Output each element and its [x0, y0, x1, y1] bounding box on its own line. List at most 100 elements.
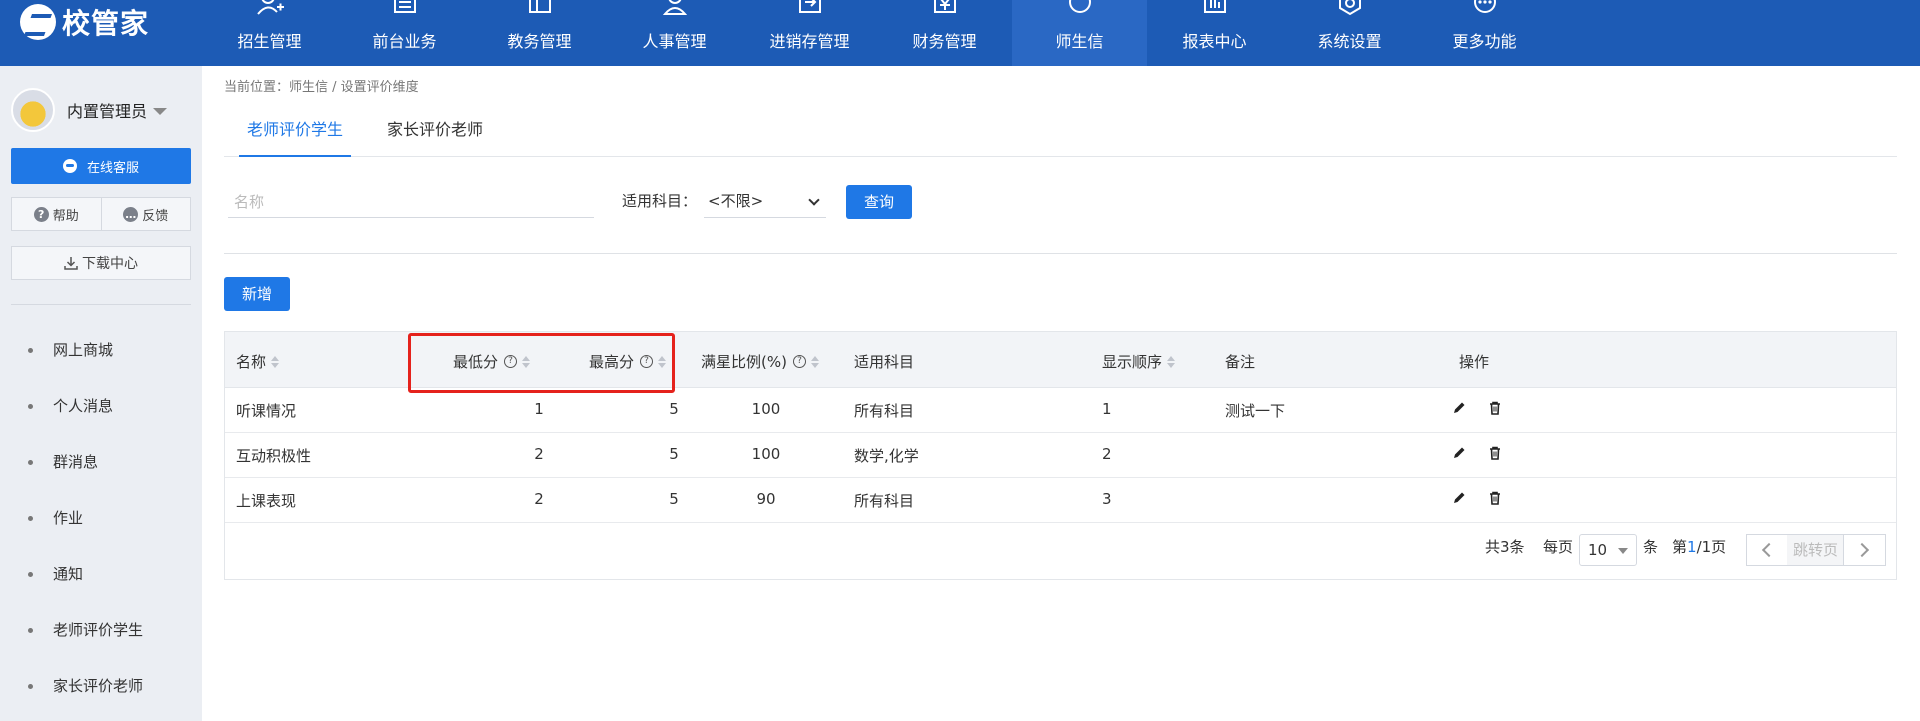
page-size-select[interactable]: 10: [1579, 534, 1637, 566]
cell-full-star-ratio: 100: [751, 400, 781, 418]
tab-teacher-evaluate-student[interactable]: 老师评价学生: [239, 110, 352, 157]
column-header-actions: 操作: [1459, 351, 1489, 372]
top-navigation-bar: 校管家 招生管理 前台业务 教务管理 人事管理 进销存管理 财务管理 师生信 报…: [0, 0, 1920, 66]
user-name: 内置管理员: [67, 102, 148, 121]
inventory-icon: [798, 0, 821, 13]
column-title: 显示顺序: [1102, 353, 1163, 371]
nav-label: 报表中心: [1182, 32, 1247, 51]
question-icon: ?: [33, 206, 49, 222]
help-button[interactable]: ? 帮助: [12, 198, 101, 230]
help-circle-icon[interactable]: ?: [792, 355, 806, 368]
column-header-full-star-ratio[interactable]: 满星比例(%)?: [701, 351, 819, 372]
ellipsis-icon: …: [123, 206, 139, 222]
nav-label: 教务管理: [507, 32, 572, 51]
nav-item-enrollment[interactable]: 招生管理: [202, 0, 337, 66]
trash-icon[interactable]: [1487, 490, 1503, 506]
book-icon: [528, 0, 551, 13]
feedback-button[interactable]: … 反馈: [100, 198, 191, 230]
cell-display-order: 1: [1102, 400, 1112, 418]
column-header-display-order[interactable]: 显示顺序: [1102, 351, 1176, 372]
sort-icon: [271, 355, 280, 368]
cell-display-order: 2: [1102, 445, 1112, 463]
sidebar-item-group-message[interactable]: 群消息: [28, 434, 143, 490]
chat-icon: [62, 159, 77, 173]
main-nav: 招生管理 前台业务 教务管理 人事管理 进销存管理 财务管理 师生信 报表中心: [202, 0, 1552, 66]
cell-max-score: 5: [669, 490, 679, 508]
nav-label: 更多功能: [1452, 32, 1517, 51]
edit-icon[interactable]: [1451, 490, 1467, 506]
name-filter-input[interactable]: [228, 186, 594, 218]
annotation-highlight-box: [408, 333, 675, 393]
sidebar-item-homework[interactable]: 作业: [28, 490, 143, 546]
sidebar-item-online-mall[interactable]: 网上商城: [28, 322, 143, 378]
nav-label: 系统设置: [1317, 32, 1382, 51]
nav-item-academic[interactable]: 教务管理: [472, 0, 607, 66]
column-title: 备注: [1225, 353, 1256, 371]
nav-item-inventory[interactable]: 进销存管理: [742, 0, 877, 66]
online-service-label: 在线客服: [86, 160, 139, 176]
nav-item-finance[interactable]: 财务管理: [877, 0, 1012, 66]
edit-icon[interactable]: [1451, 400, 1467, 416]
sidebar-item-teacher-evaluate-student[interactable]: 老师评价学生: [28, 602, 143, 658]
query-button[interactable]: 查询: [846, 185, 912, 219]
nav-item-teacher-student[interactable]: 师生信: [1012, 0, 1147, 66]
cell-subject: 所有科目: [854, 402, 915, 420]
add-button[interactable]: 新增: [224, 277, 290, 311]
pagination-per-page-label: 每页: [1543, 538, 1574, 556]
prev-page-button[interactable]: [1746, 534, 1788, 566]
app-logo[interactable]: 校管家: [20, 2, 149, 42]
nav-item-more[interactable]: 更多功能: [1417, 0, 1552, 66]
pagination-unit-label: 条: [1643, 538, 1659, 556]
user-menu[interactable]: 内置管理员: [11, 88, 168, 132]
edit-icon[interactable]: [1451, 445, 1467, 461]
column-header-name[interactable]: 名称: [236, 351, 280, 372]
sidebar-item-parent-evaluate-teacher[interactable]: 家长评价老师: [28, 658, 143, 714]
help-label: 帮助: [52, 208, 79, 224]
jump-page-input[interactable]: 跳转页: [1787, 534, 1844, 566]
feedback-label: 反馈: [142, 208, 169, 224]
pagination-page-info: 第1/1页: [1672, 536, 1726, 557]
column-title: 操作: [1459, 353, 1490, 371]
sidebar-item-personal-message[interactable]: 个人消息: [28, 378, 143, 434]
trash-icon[interactable]: [1487, 445, 1503, 461]
nav-item-hr[interactable]: 人事管理: [607, 0, 742, 66]
nav-label: 人事管理: [642, 32, 707, 51]
cell-full-star-ratio: 90: [756, 490, 776, 508]
user-plus-icon: [256, 0, 284, 15]
app-name: 校管家: [62, 7, 150, 40]
page-suffix: /1页: [1696, 538, 1727, 556]
sidebar-item-notice[interactable]: 通知: [28, 546, 143, 602]
online-service-button[interactable]: 在线客服: [11, 148, 191, 184]
cell-display-order: 3: [1102, 490, 1112, 508]
nav-item-front-desk[interactable]: 前台业务: [337, 0, 472, 66]
nav-item-reports[interactable]: 报表中心: [1147, 0, 1282, 66]
chevron-down-icon: [808, 194, 820, 206]
table-row: 听课情况 1 5 100 所有科目 1 测试一下: [225, 388, 1896, 433]
cell-min-score: 2: [534, 445, 544, 463]
chevron-right-icon: [1854, 542, 1870, 558]
subject-filter-value: <不限>: [708, 192, 764, 210]
sort-icon: [1167, 355, 1176, 368]
download-icon: [64, 257, 78, 270]
breadcrumb: 当前位置：师生信 / 设置评价维度: [224, 80, 419, 95]
nav-item-settings[interactable]: 系统设置: [1282, 0, 1417, 66]
subject-filter-select[interactable]: <不限>: [704, 186, 826, 218]
cell-subject: 数学,化学: [854, 447, 919, 465]
cell-max-score: 5: [669, 400, 679, 418]
cell-name: 上课表现: [236, 492, 297, 510]
page-prefix: 第: [1672, 538, 1688, 556]
subject-filter-label: 适用科目：: [622, 192, 698, 210]
sidebar-menu: 网上商城 个人消息 群消息 作业 通知 老师评价学生 家长评价老师: [28, 322, 143, 714]
column-header-subject: 适用科目: [854, 351, 914, 372]
next-page-button[interactable]: [1843, 534, 1886, 566]
tab-parent-evaluate-teacher[interactable]: 家长评价老师: [387, 110, 483, 157]
cell-max-score: 5: [669, 445, 679, 463]
sidebar: 内置管理员 在线客服 ? 帮助 … 反馈 下载中心 网上商城 个人消息 群消息 …: [0, 66, 202, 721]
nav-label: 师生信: [1055, 32, 1104, 51]
trash-icon[interactable]: [1487, 400, 1503, 416]
finance-icon: [933, 0, 956, 13]
table-row: 上课表现 2 5 90 所有科目 3: [225, 478, 1896, 523]
pagination-total: 共3条: [1485, 538, 1525, 556]
logo-icon: [20, 4, 56, 40]
download-center-button[interactable]: 下载中心: [11, 246, 191, 280]
